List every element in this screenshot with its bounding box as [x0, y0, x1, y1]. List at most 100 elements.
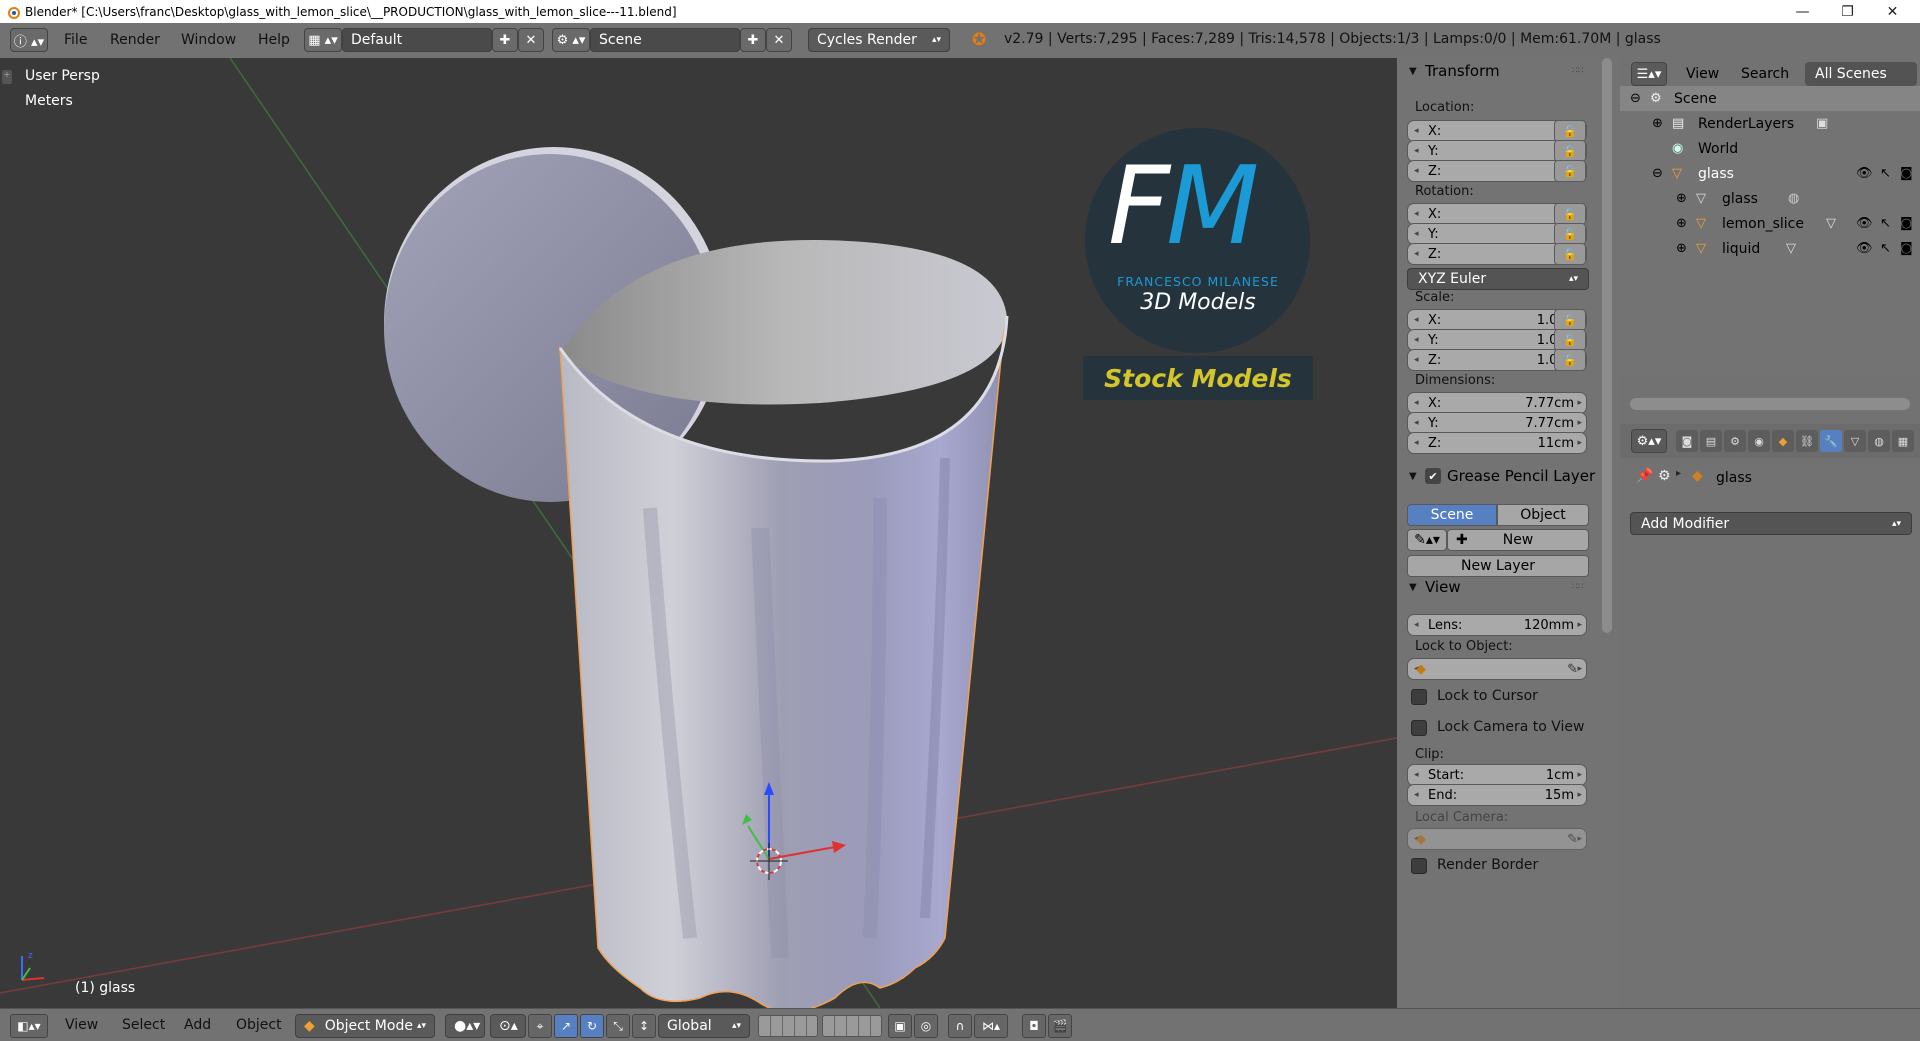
scene-field[interactable]: Scene	[590, 28, 740, 52]
transform-panel-header[interactable]: ▼ Transform	[1397, 58, 1597, 84]
menu-help[interactable]: Help	[246, 32, 302, 48]
visibility-eye-icon[interactable]: 👁	[1856, 241, 1873, 256]
properties-editor-type-icon[interactable]: ⚙▴▾	[1631, 429, 1667, 453]
dimensions-y-field[interactable]: Y: 7.77cm	[1407, 412, 1587, 434]
menu-view[interactable]: View	[65, 1017, 98, 1033]
grease-pencil-panel-header[interactable]: ▼ ✔ Grease Pencil Layer	[1397, 463, 1597, 489]
transform-tools-icon[interactable]: ↕	[632, 1014, 656, 1038]
3d-viewport[interactable]: z User Persp Meters (1) glass + FM FRANC…	[0, 58, 1397, 1008]
outliner-item-world[interactable]: ◉ World	[1620, 136, 1920, 161]
editor-type-info-icon[interactable]: ⓘ ▴▾	[10, 28, 48, 52]
translate-manipulator-icon[interactable]: ↗	[554, 1014, 578, 1038]
new-grease-pencil-button[interactable]: ✚ New	[1447, 529, 1589, 551]
material-tab-icon[interactable]: ◍	[1868, 430, 1890, 452]
render-camera-icon[interactable]: ◙	[1900, 241, 1913, 256]
lock-icon[interactable]: 🔓	[1554, 223, 1586, 245]
clip-end-field[interactable]: End: 15m	[1407, 784, 1587, 806]
mesh-data-tab-icon[interactable]: ▽	[1844, 430, 1866, 452]
lock-icon[interactable]: 🔓	[1554, 140, 1586, 162]
viewport-shading-select[interactable]: ●▴▾	[445, 1014, 485, 1038]
selectable-cursor-icon[interactable]: ↖	[1880, 241, 1891, 256]
expand-icon[interactable]: ⊕	[1676, 216, 1687, 231]
remove-scene-icon[interactable]: ✕	[766, 28, 792, 52]
texture-tab-icon[interactable]: ▦	[1892, 430, 1914, 452]
render-layers-tab-icon[interactable]: ▤	[1700, 430, 1722, 452]
lock-icon[interactable]: 🔓	[1554, 329, 1586, 351]
lens-field[interactable]: Lens: 120mm	[1407, 614, 1587, 636]
grease-pencil-object-tab[interactable]: Object	[1497, 504, 1589, 526]
rotate-manipulator-icon[interactable]: ↻	[580, 1014, 604, 1038]
render-tab-icon[interactable]: ◙	[1676, 430, 1698, 452]
opengl-render-animation-icon[interactable]: 🎬	[1048, 1014, 1072, 1038]
lock-icon[interactable]: 🔓	[1554, 243, 1586, 265]
grease-pencil-checkbox[interactable]: ✔	[1425, 468, 1441, 484]
collapse-icon[interactable]: ⊖	[1652, 166, 1663, 181]
add-layout-icon[interactable]: ✚	[492, 28, 518, 52]
outliner-item-renderlayers[interactable]: ⊕ ▤ RenderLayers ▣	[1620, 111, 1920, 136]
dimensions-z-field[interactable]: Z: 11cm	[1407, 432, 1587, 454]
menu-add[interactable]: Add	[184, 1017, 211, 1033]
drag-handle-icon[interactable]: ∷∷	[1572, 582, 1583, 592]
editor-type-3d-view-icon[interactable]: ◧▴▾	[10, 1014, 48, 1038]
outliner-item-liquid[interactable]: ⊕ ▽ liquid ▽ 👁 ↖ ◙	[1620, 236, 1920, 261]
interaction-mode-select[interactable]: ◆ Object Mode ▴▾	[295, 1014, 435, 1038]
lock-icon[interactable]: 🔓	[1554, 203, 1586, 225]
render-camera-icon[interactable]: ◙	[1900, 166, 1913, 181]
selectable-cursor-icon[interactable]: ↖	[1880, 166, 1891, 181]
outliner-display-filter[interactable]: All Scenes	[1805, 62, 1917, 86]
transform-orientation-select[interactable]: Global ▴▾	[658, 1014, 750, 1038]
scale-manipulator-icon[interactable]: ⤡	[606, 1014, 630, 1038]
object-tab-icon[interactable]: ◆	[1772, 430, 1794, 452]
outliner-item-scene[interactable]: ⊖ ⚙ Scene	[1620, 86, 1920, 111]
restore-icon[interactable]: ❐	[1825, 0, 1870, 23]
pin-icon[interactable]: 📌	[1636, 468, 1653, 484]
proportional-edit-icon[interactable]: ◎	[914, 1014, 938, 1038]
modifiers-wrench-tab-icon[interactable]: 🔧	[1820, 430, 1842, 452]
collapse-icon[interactable]: ⊖	[1630, 91, 1641, 106]
close-icon[interactable]: ✕	[1870, 0, 1915, 23]
outliner-item-lemon-slice[interactable]: ⊕ ▽ lemon_slice ▽ 👁 ↖ ◙	[1620, 211, 1920, 236]
lock-icon[interactable]: 🔓	[1554, 120, 1586, 142]
grease-pencil-scene-tab[interactable]: Scene	[1407, 504, 1497, 526]
outliner-item-glass-object[interactable]: ⊖ ▽ glass 👁 ↖ ◙	[1620, 161, 1920, 186]
snap-magnet-icon[interactable]: ∩	[948, 1014, 972, 1038]
add-modifier-select[interactable]: Add Modifier ▴▾	[1630, 512, 1912, 535]
npanel-scrollbar[interactable]	[1602, 58, 1612, 633]
add-scene-icon[interactable]: ✚	[740, 28, 766, 52]
expand-icon[interactable]: ⊕	[1676, 241, 1687, 256]
lock-to-object-field[interactable]: ◆ ✎	[1407, 658, 1587, 680]
scene-layers-group-1[interactable]	[758, 1015, 818, 1037]
outliner-search-menu[interactable]: Search	[1741, 66, 1789, 82]
scene-tab-icon[interactable]: ⚙	[1724, 430, 1746, 452]
screen-layout-icon[interactable]: ▦ ▴▾	[304, 28, 342, 52]
expand-icon[interactable]: ⊕	[1676, 191, 1687, 206]
minimize-icon[interactable]: —	[1780, 0, 1825, 23]
lock-icon[interactable]: 🔓	[1554, 349, 1586, 371]
visibility-eye-icon[interactable]: 👁	[1856, 166, 1873, 181]
scene-selector-icon[interactable]: ⚙ ▴▾	[552, 28, 590, 52]
constraints-tab-icon[interactable]: ⛓	[1796, 430, 1818, 452]
view-panel-header[interactable]: ▼ View	[1397, 574, 1597, 600]
menu-object[interactable]: Object	[236, 1017, 282, 1033]
opengl-render-image-icon[interactable]: ◘	[1022, 1014, 1046, 1038]
outliner-view-menu[interactable]: View	[1686, 66, 1719, 82]
lock-icon[interactable]: 🔓	[1554, 309, 1586, 331]
render-engine-select[interactable]: Cycles Render ▴▾	[808, 28, 950, 52]
render-camera-icon[interactable]: ◙	[1900, 216, 1913, 231]
menu-render[interactable]: Render	[98, 32, 172, 48]
lock-to-cursor-checkbox[interactable]	[1411, 689, 1427, 705]
outliner-horizontal-scrollbar[interactable]	[1630, 398, 1910, 410]
lock-camera-checkbox[interactable]	[1411, 720, 1427, 736]
drag-handle-icon[interactable]: ∷∷	[1572, 66, 1583, 76]
manipulator-toggle-icon[interactable]: ⌖	[528, 1014, 552, 1038]
lock-icon[interactable]: 🔓	[1554, 160, 1586, 182]
outliner-editor-type-icon[interactable]: ☰▴▾	[1631, 62, 1667, 86]
clip-start-field[interactable]: Start: 1cm	[1407, 764, 1587, 786]
selectable-cursor-icon[interactable]: ↖	[1880, 216, 1891, 231]
outliner-item-glass-mesh[interactable]: ⊕ ▽ glass ◍	[1620, 186, 1920, 211]
menu-window[interactable]: Window	[169, 32, 248, 48]
menu-select[interactable]: Select	[122, 1017, 165, 1033]
screen-layout-field[interactable]: Default	[342, 28, 492, 52]
world-tab-icon[interactable]: ◉	[1748, 430, 1770, 452]
remove-layout-icon[interactable]: ✕	[518, 28, 544, 52]
